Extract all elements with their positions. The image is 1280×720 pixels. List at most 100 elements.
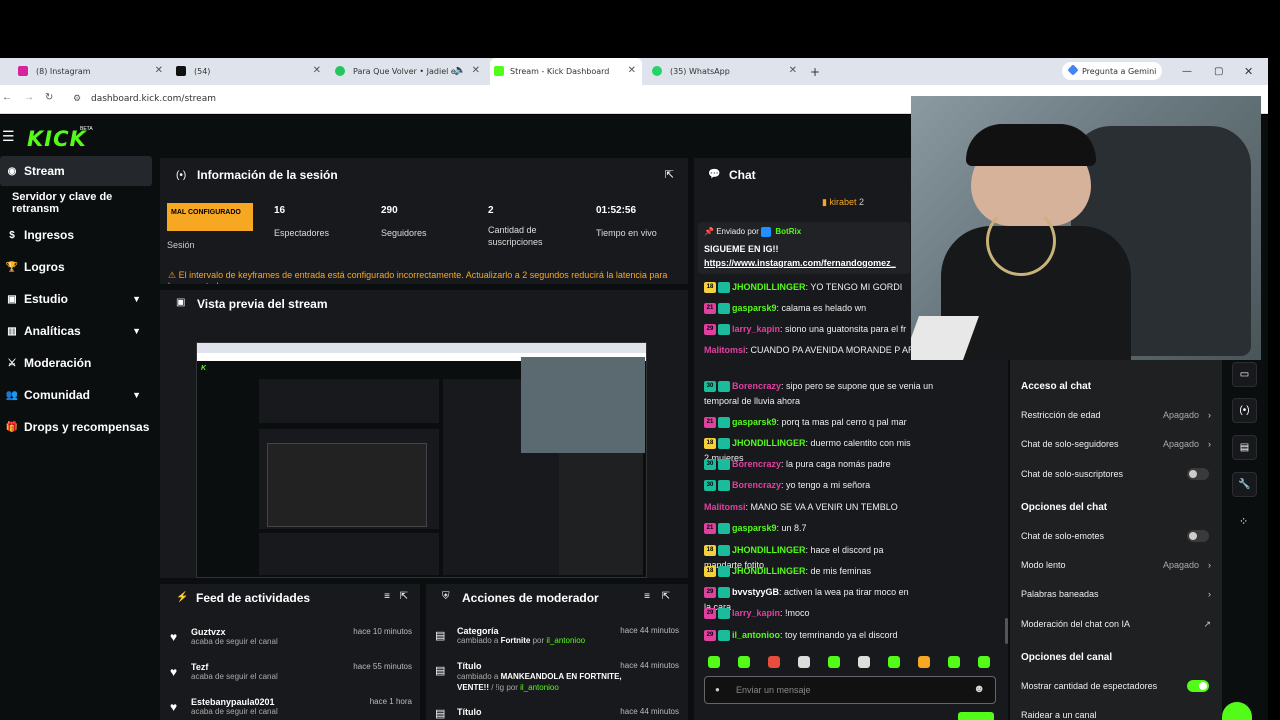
emote-icon[interactable] xyxy=(798,656,810,668)
chat-username[interactable]: Borencrazy xyxy=(732,480,781,490)
sidebar-item-studio[interactable]: ▣ Estudio ▼ xyxy=(0,284,155,314)
filter-icon[interactable]: ≡ xyxy=(644,591,650,602)
sidebar-item-community[interactable]: 👥 Comunidad ▼ xyxy=(0,380,155,410)
tab-spotify[interactable]: Para Que Volver • Jadiel el 🔈 ✕ xyxy=(335,58,480,85)
chat-username[interactable]: JHONDILLINGER xyxy=(732,282,806,292)
tab-kick-dashboard[interactable]: Stream - Kick Dashboard ✕ xyxy=(490,58,642,85)
window-close-icon[interactable]: ✕ xyxy=(1244,58,1258,85)
chat-username[interactable]: JHONDILLINGER xyxy=(732,438,806,448)
emote-icon[interactable] xyxy=(738,656,750,668)
emote-icon[interactable] xyxy=(828,656,840,668)
maximize-icon[interactable]: ▢ xyxy=(1214,58,1228,85)
minimize-icon[interactable]: — xyxy=(1182,58,1196,85)
close-icon[interactable]: ✕ xyxy=(313,65,321,76)
tab-instagram[interactable]: (8) Instagram ✕ xyxy=(18,58,163,85)
stat-live-time: 01:52:56 Tiempo en vivo xyxy=(596,205,686,238)
feed-username[interactable]: Tezf xyxy=(191,662,278,672)
close-icon[interactable]: ✕ xyxy=(472,65,480,76)
gemini-button[interactable]: Pregunta a Gemini xyxy=(1062,62,1162,80)
chat-message: 21 gasparsk9: un 8.7 xyxy=(704,521,914,536)
slow-mode-row[interactable]: Modo lento Apagado › xyxy=(1021,560,1211,570)
emote-icon[interactable] xyxy=(978,656,990,668)
mod-action-user[interactable]: il_antonioo xyxy=(546,636,585,645)
sidebar-item-drops[interactable]: 🎁 Drops y recompensas xyxy=(0,412,155,442)
chat-username[interactable]: gasparsk9 xyxy=(732,523,777,533)
sidebar-item-stream[interactable]: ◉ Stream xyxy=(0,156,152,186)
sidebar-item-achievements[interactable]: 🏆 Logros xyxy=(0,252,155,282)
emote-icon[interactable] xyxy=(858,656,870,668)
section-channel-options: Opciones del canal xyxy=(1021,652,1113,663)
emoji-icon[interactable]: ☻ xyxy=(973,683,985,695)
subscribers-only-toggle[interactable] xyxy=(1187,468,1209,480)
chat-username[interactable]: gasparsk9 xyxy=(732,303,777,313)
popout-icon[interactable]: ⇱ xyxy=(400,591,408,602)
speaker-icon[interactable]: 🔈 xyxy=(454,65,466,76)
pinned-link[interactable]: https://www.instagram.com/fernandogomez_ xyxy=(704,258,896,268)
emote-bar xyxy=(704,652,1000,672)
chat-toggle-button[interactable]: ▭ xyxy=(1232,362,1257,387)
chat-username[interactable]: JHONDILLINGER xyxy=(732,545,806,555)
banned-words-row[interactable]: Palabras baneadas › xyxy=(1021,589,1211,599)
emote-icon[interactable] xyxy=(948,656,960,668)
layout-button[interactable]: ▤ xyxy=(1232,435,1257,460)
followers-only-row[interactable]: Chat de solo-seguidores Apagado › xyxy=(1021,439,1211,449)
reload-icon[interactable]: ↻ xyxy=(45,92,53,103)
chat-text: : de mis feminas xyxy=(805,566,872,576)
ai-moderation-row[interactable]: Moderación del chat con IA ↗ xyxy=(1021,619,1211,629)
tools-button[interactable]: 🔧 xyxy=(1232,472,1257,497)
mod-action-user[interactable]: il_antonioo xyxy=(520,683,559,692)
tab-tiktok[interactable]: (54) ✕ xyxy=(176,58,321,85)
preview-browser-bar xyxy=(197,343,646,353)
verified-badge xyxy=(718,566,730,578)
sidebar-item-moderation[interactable]: ⚔ Moderación xyxy=(0,348,155,378)
broadcast-button[interactable]: (•) xyxy=(1232,398,1257,423)
chat-username[interactable]: JHONDILLINGER xyxy=(732,566,806,576)
chat-input[interactable]: ● Enviar un mensaje ☻ xyxy=(704,676,996,704)
filter-icon[interactable]: ≡ xyxy=(384,591,390,602)
top-gifter-user[interactable]: kirabet xyxy=(829,197,856,207)
stream-preview-video[interactable]: K xyxy=(196,342,647,578)
pinned-bot[interactable]: BotRix xyxy=(775,227,801,236)
chat-text: : calama es helado wn xyxy=(776,303,867,313)
site-info-icon[interactable]: ⚙ xyxy=(73,93,81,104)
chat-username[interactable]: il_antonioo xyxy=(732,630,780,640)
menu-icon[interactable]: ☰ xyxy=(2,128,15,145)
emote-icon[interactable] xyxy=(768,656,780,668)
emotes-only-toggle[interactable] xyxy=(1187,530,1209,542)
chat-username[interactable]: Malitomsi xyxy=(704,345,746,355)
chat-username[interactable]: gasparsk9 xyxy=(732,417,777,427)
close-icon[interactable]: ✕ xyxy=(155,65,163,76)
raid-row[interactable]: Raidear a un canal xyxy=(1021,710,1211,720)
trophy-icon: 🏆 xyxy=(5,261,19,273)
emote-icon[interactable] xyxy=(918,656,930,668)
sidebar-item-analytics[interactable]: ▥ Analíticas ▼ xyxy=(0,316,155,346)
chat-username[interactable]: larry_kapin xyxy=(732,608,780,618)
chat-scrollbar[interactable] xyxy=(1005,618,1008,644)
emote-icon[interactable] xyxy=(888,656,900,668)
sidebar-item-revenue[interactable]: $ Ingresos xyxy=(0,220,155,250)
popout-icon[interactable]: ⇱ xyxy=(665,168,674,181)
sidebar-item-server-key[interactable]: Servidor y clave de retransm xyxy=(0,188,155,218)
chat-username[interactable]: bvvstyyGB xyxy=(732,587,779,597)
apps-icon[interactable]: ⁘ xyxy=(1239,515,1248,528)
back-icon[interactable]: ← xyxy=(2,92,12,103)
url-field[interactable]: dashboard.kick.com/stream xyxy=(91,94,216,104)
send-button[interactable] xyxy=(958,712,994,720)
emote-icon[interactable] xyxy=(708,656,720,668)
close-icon[interactable]: ✕ xyxy=(628,65,636,76)
new-tab-button[interactable]: + xyxy=(806,58,826,85)
feed-username[interactable]: Guztvzx xyxy=(191,627,278,637)
kick-logo[interactable]: KICK xyxy=(27,127,87,151)
chat-username[interactable]: Borencrazy xyxy=(732,459,781,469)
popout-icon[interactable]: ⇱ xyxy=(662,591,670,602)
age-restriction-row[interactable]: Restricción de edad Apagado › xyxy=(1021,410,1211,420)
show-viewers-toggle[interactable] xyxy=(1187,680,1209,692)
chat-username[interactable]: Malitomsi xyxy=(704,502,746,512)
setting-label: Modo lento xyxy=(1021,560,1066,570)
close-icon[interactable]: ✕ xyxy=(789,65,797,76)
tab-whatsapp[interactable]: (35) WhatsApp ✕ xyxy=(652,58,797,85)
chat-username[interactable]: Borencrazy xyxy=(732,381,781,391)
feed-username[interactable]: Estebanypaula0201 xyxy=(191,697,278,707)
forward-icon[interactable]: → xyxy=(24,92,34,103)
chat-username[interactable]: larry_kapin xyxy=(732,324,780,334)
